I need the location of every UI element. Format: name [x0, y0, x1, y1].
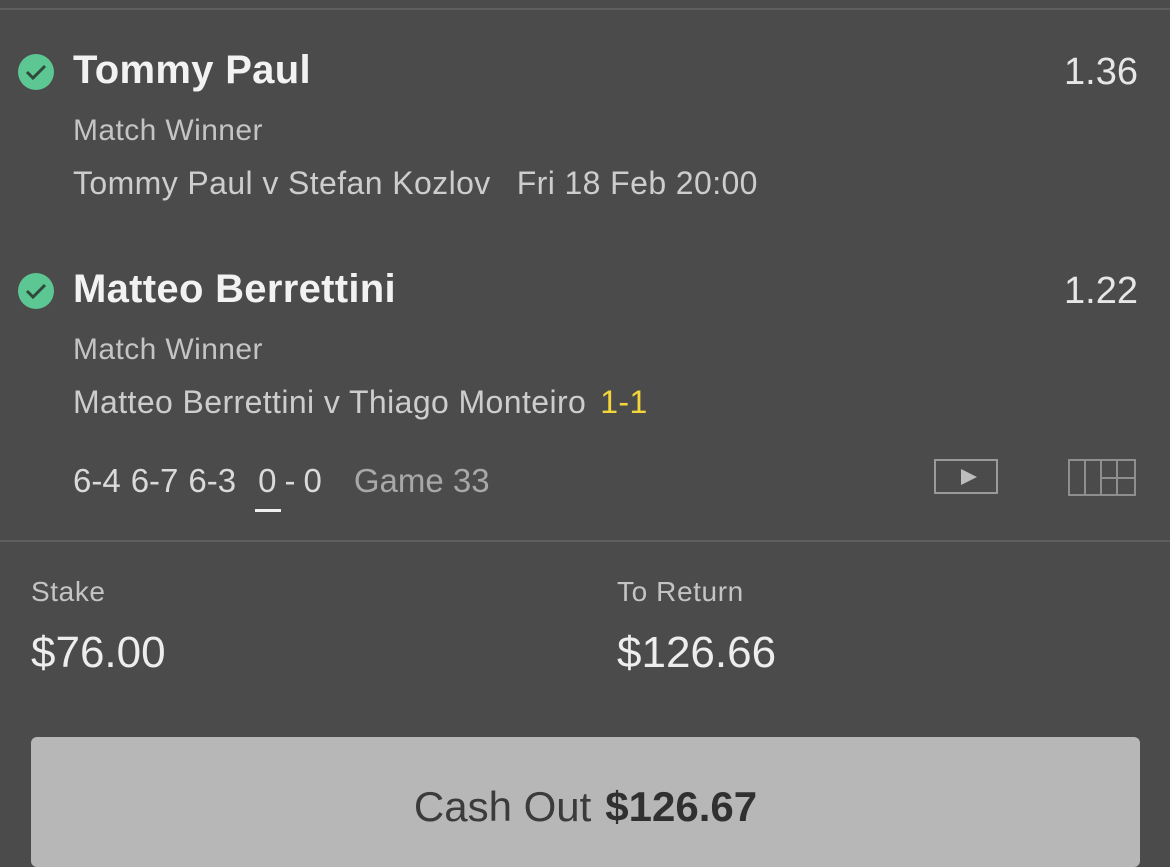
return-value: $126.66	[617, 628, 777, 677]
cash-out-amount: $126.67	[605, 783, 758, 830]
selection-name: Tommy Paul	[73, 48, 311, 92]
return-label: To Return	[617, 576, 744, 607]
event-name: Tommy Paul v Stefan Kozlov	[73, 165, 491, 201]
cash-out-button[interactable]: Cash Out $126.67	[31, 737, 1140, 867]
selection-odds: 1.22	[1064, 270, 1138, 312]
top-divider	[0, 8, 1170, 10]
check-icon	[18, 54, 54, 90]
selection-event: Matteo Berrettini v Thiago Monteiro 1-1	[73, 384, 648, 421]
game-number-label: Game 33	[353, 462, 490, 499]
serve-indicator	[255, 509, 282, 512]
stake-value: $76.00	[31, 628, 166, 677]
current-game-score: 0-0	[255, 462, 322, 512]
selection-market: Match Winner	[73, 333, 263, 366]
live-scoreline: 6-4 6-7 6-3 0-0 Game 33	[73, 462, 490, 512]
selection-name: Matteo Berrettini	[73, 267, 396, 311]
event-datetime: Fri 18 Feb 20:00	[516, 165, 758, 201]
selection-odds: 1.36	[1064, 51, 1138, 93]
selection-event: Tommy Paul v Stefan Kozlov Fri 18 Feb 20:…	[73, 165, 758, 202]
stake-label: Stake	[31, 576, 106, 607]
play-video-icon[interactable]	[934, 459, 998, 494]
event-name: Matteo Berrettini v Thiago Monteiro	[73, 384, 587, 420]
section-divider	[0, 540, 1170, 542]
cash-out-label: Cash Out	[413, 783, 592, 830]
selection-market: Match Winner	[73, 114, 263, 147]
game-score-home: 0	[258, 462, 277, 499]
game-score-away: 0	[303, 462, 322, 499]
game-score-separator: -	[284, 462, 296, 499]
check-icon	[18, 273, 54, 309]
match-stats-grid-icon[interactable]	[1068, 459, 1136, 496]
set-score: 6-7	[130, 462, 179, 499]
live-set-score: 1-1	[600, 384, 648, 420]
set-score: 6-4	[73, 462, 121, 499]
set-score: 6-3	[188, 462, 237, 499]
